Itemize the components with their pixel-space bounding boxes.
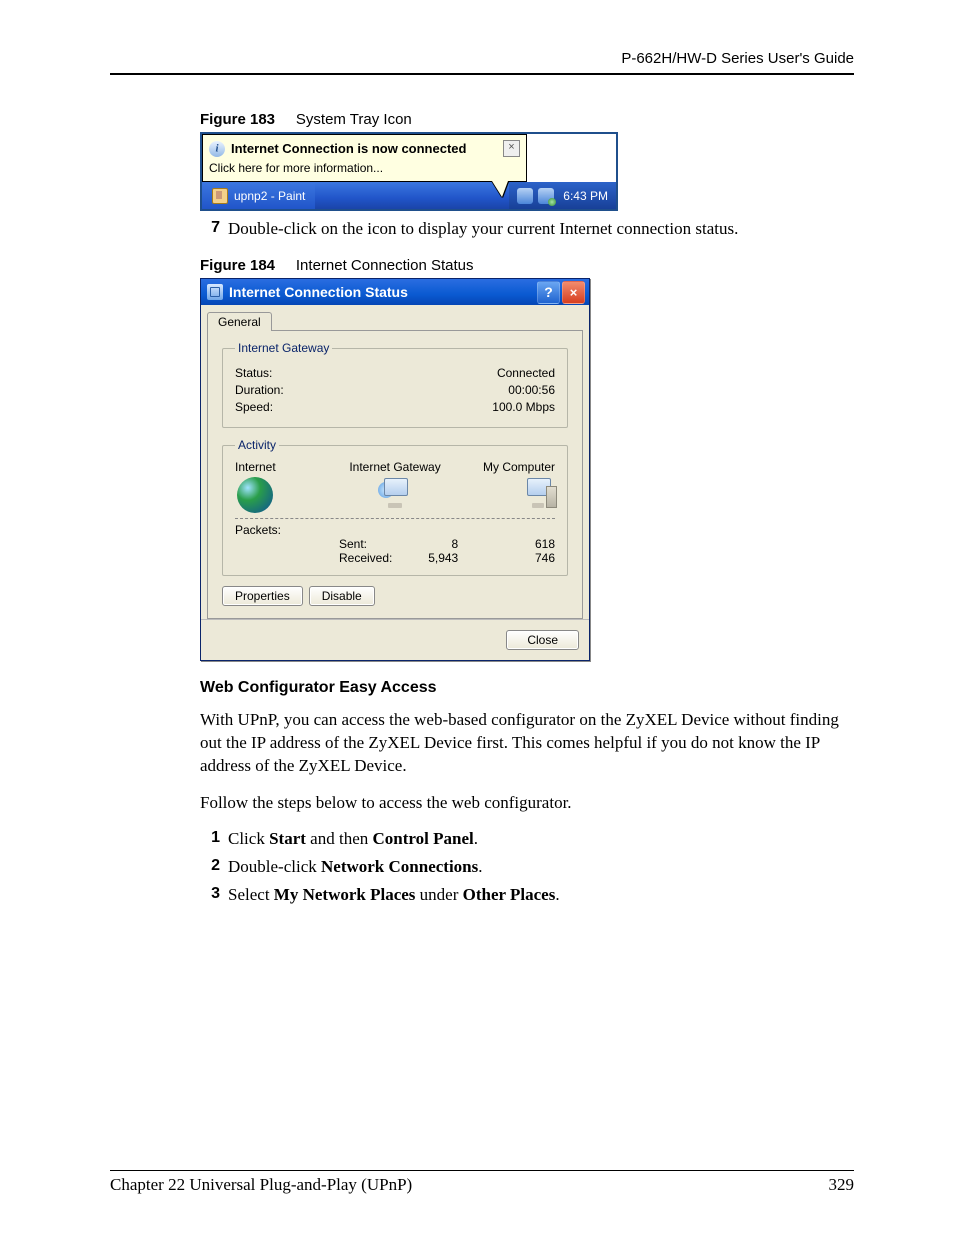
figure-184-text: Internet Connection Status	[296, 257, 474, 274]
figure-183-caption: Figure 183 System Tray Icon	[200, 111, 854, 128]
col-internet-label: Internet	[235, 460, 342, 474]
step-1-mid: and then	[306, 829, 373, 848]
step-1: 1 Click Start and then Control Panel.	[200, 829, 854, 849]
figure-184-caption: Figure 184 Internet Connection Status	[200, 257, 854, 274]
step-1-pre: Click	[228, 829, 269, 848]
figure-183: i Internet Connection is now connected ×…	[200, 132, 618, 211]
sent-label: Sent:	[325, 537, 401, 551]
group-activity-legend: Activity	[235, 438, 279, 452]
step-3-post: .	[555, 885, 559, 904]
system-tray: 6:43 PM	[509, 182, 616, 209]
step-7-number: 7	[200, 219, 220, 239]
steps-list: 1 Click Start and then Control Panel. 2 …	[200, 829, 854, 905]
step-7-text: Double-click on the icon to display your…	[228, 219, 738, 239]
dialog-titlebar[interactable]: Internet Connection Status ? ×	[201, 279, 589, 305]
step-2-post: .	[478, 857, 482, 876]
tooltip-subtext: Click here for more information...	[209, 161, 520, 175]
tooltip-title: Internet Connection is now connected	[231, 141, 466, 156]
received-computer-value: 746	[498, 551, 555, 565]
duration-label: Duration:	[235, 383, 284, 397]
doc-header: P-662H/HW-D Series User's Guide	[110, 50, 854, 67]
received-label: Received:	[325, 551, 401, 565]
step-3-b1: My Network Places	[274, 885, 416, 904]
taskbar: upnp2 - Paint 6:43 PM	[202, 182, 616, 209]
disable-button[interactable]: Disable	[309, 586, 375, 606]
status-label: Status:	[235, 366, 272, 380]
col-mycomputer-label: My Computer	[448, 460, 555, 474]
step-1-post: .	[474, 829, 478, 848]
dialog-title-icon	[207, 284, 223, 300]
tooltip-close-button[interactable]: ×	[503, 140, 520, 157]
paragraph-2: Follow the steps below to access the web…	[200, 792, 854, 815]
taskbar-item[interactable]: upnp2 - Paint	[202, 182, 315, 209]
close-button[interactable]: Close	[506, 630, 579, 650]
group-internet-gateway-legend: Internet Gateway	[235, 341, 332, 355]
tray-connection-icon[interactable]	[538, 188, 554, 204]
col-gateway-label: Internet Gateway	[342, 460, 449, 474]
duration-value: 00:00:56	[508, 383, 555, 397]
step-2-pre: Double-click	[228, 857, 321, 876]
footer-chapter: Chapter 22 Universal Plug-and-Play (UPnP…	[110, 1175, 412, 1195]
speed-label: Speed:	[235, 400, 273, 414]
paint-icon	[212, 188, 228, 204]
status-value: Connected	[497, 366, 555, 380]
dialog-title: Internet Connection Status	[229, 284, 531, 300]
step-2: 2 Double-click Network Connections.	[200, 857, 854, 877]
properties-button[interactable]: Properties	[222, 586, 303, 606]
computer-icon	[521, 478, 555, 506]
step-7: 7 Double-click on the icon to display yo…	[200, 219, 854, 239]
step-3-b2: Other Places	[463, 885, 556, 904]
globe-icon	[237, 477, 273, 513]
header-rule	[110, 73, 854, 75]
step-2-b1: Network Connections	[321, 857, 478, 876]
section-heading: Web Configurator Easy Access	[200, 679, 854, 697]
page-footer: Chapter 22 Universal Plug-and-Play (UPnP…	[110, 1170, 854, 1195]
tray-clock: 6:43 PM	[563, 189, 608, 203]
step-1-b1: Start	[269, 829, 306, 848]
step-3-number: 3	[200, 885, 220, 905]
dialog-close-button[interactable]: ×	[562, 281, 585, 304]
footer-page-number: 329	[829, 1175, 855, 1195]
step-3-mid: under	[415, 885, 462, 904]
figure-183-label: Figure 183	[200, 111, 275, 128]
sent-computer-value: 618	[498, 537, 555, 551]
step-1-b2: Control Panel	[373, 829, 474, 848]
group-internet-gateway: Internet Gateway Status: Connected Durati…	[222, 341, 568, 428]
speed-value: 100.0 Mbps	[492, 400, 555, 414]
figure-183-text: System Tray Icon	[296, 111, 412, 128]
sent-gateway-value: 8	[401, 537, 498, 551]
balloon-tooltip[interactable]: i Internet Connection is now connected ×…	[202, 134, 527, 182]
gateway-icon	[378, 478, 412, 506]
step-1-number: 1	[200, 829, 220, 849]
packets-label: Packets:	[235, 523, 334, 537]
connection-status-dialog: Internet Connection Status ? × General I…	[200, 278, 590, 661]
paragraph-1: With UPnP, you can access the web-based …	[200, 709, 854, 778]
step-3-pre: Select	[228, 885, 274, 904]
taskbar-item-label: upnp2 - Paint	[234, 189, 305, 203]
tab-general[interactable]: General	[207, 312, 272, 331]
tab-panel: Internet Gateway Status: Connected Durati…	[207, 330, 583, 619]
step-2-number: 2	[200, 857, 220, 877]
group-activity: Activity Internet Internet Gateway	[222, 438, 568, 576]
dialog-help-button[interactable]: ?	[537, 281, 560, 304]
info-icon: i	[209, 141, 225, 157]
step-3: 3 Select My Network Places under Other P…	[200, 885, 854, 905]
received-gateway-value: 5,943	[401, 551, 498, 565]
figure-184-label: Figure 184	[200, 257, 275, 274]
tray-network-icon[interactable]	[517, 188, 533, 204]
